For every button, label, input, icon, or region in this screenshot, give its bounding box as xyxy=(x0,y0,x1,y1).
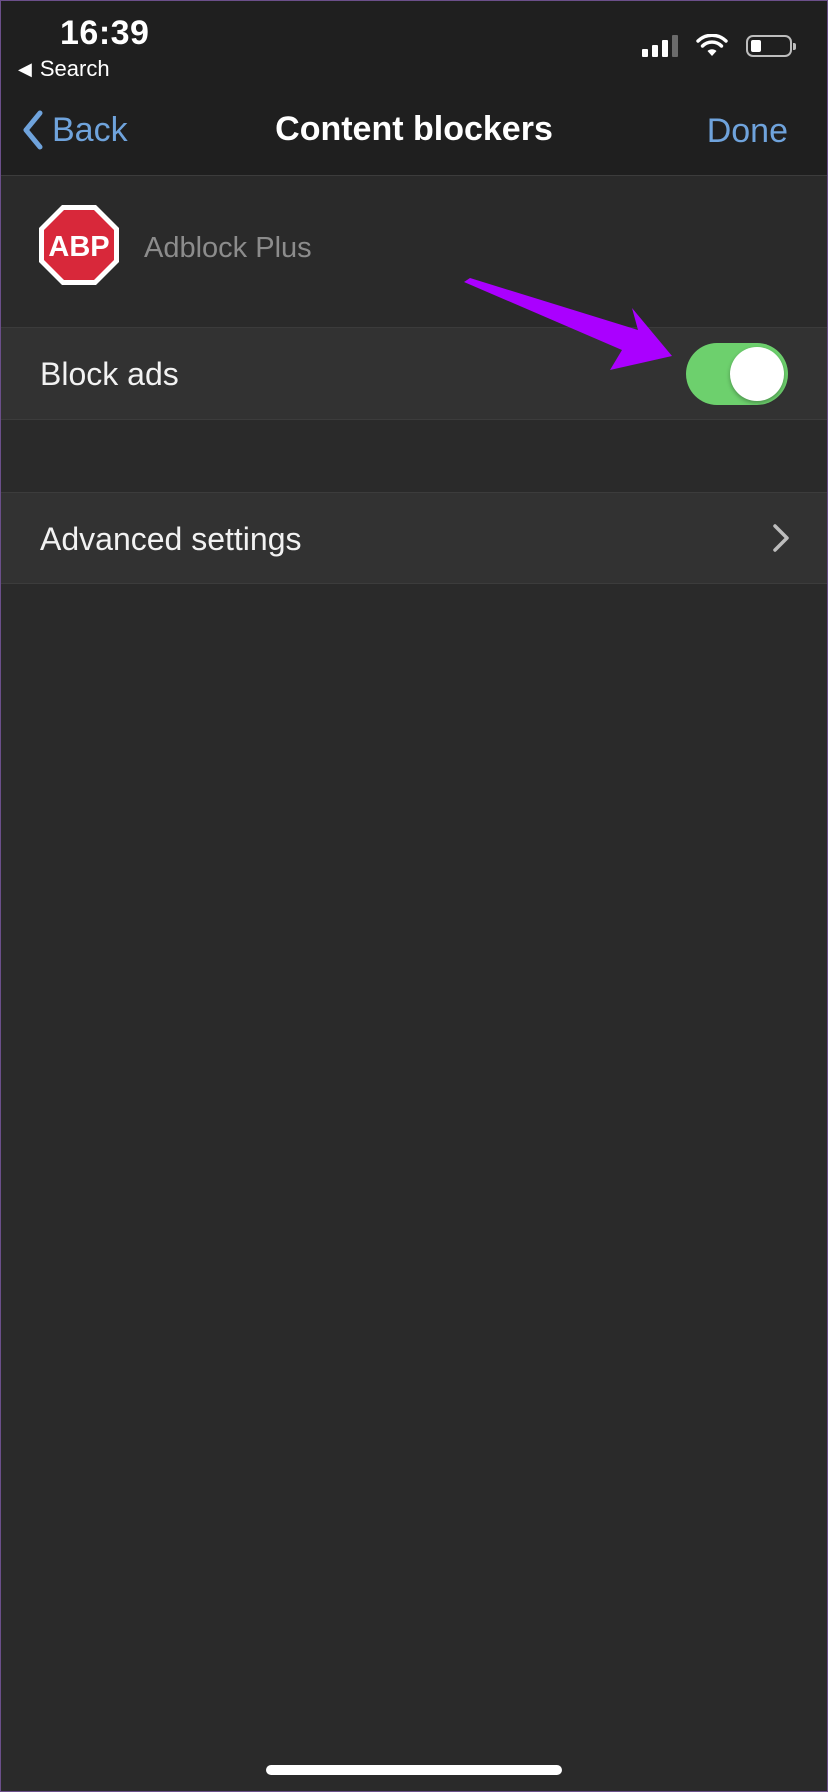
app-name: Adblock Plus xyxy=(144,232,312,264)
advanced-settings-label: Advanced settings xyxy=(40,521,302,557)
status-bar: 16:39 ◀ Search xyxy=(0,0,828,90)
block-ads-label: Block ads xyxy=(40,356,179,392)
navigation-bar: Back Content blockers Done xyxy=(0,90,828,176)
play-left-icon: ◀ xyxy=(18,58,32,79)
abp-logo-text: ABP xyxy=(48,231,109,263)
arrow-annotation-icon xyxy=(464,278,672,370)
abp-logo-icon: ABP xyxy=(39,205,119,285)
app-header: ABP Adblock Plus xyxy=(0,176,828,328)
advanced-settings-row[interactable]: Advanced settings xyxy=(0,492,828,584)
status-indicators xyxy=(642,34,796,58)
block-ads-toggle[interactable] xyxy=(686,343,788,405)
page-title: Content blockers xyxy=(275,110,553,148)
back-to-app-link[interactable]: ◀ Search xyxy=(18,56,110,82)
done-button[interactable]: Done xyxy=(707,112,788,151)
cellular-signal-icon xyxy=(642,35,678,57)
back-to-app-label: Search xyxy=(39,56,110,81)
toggle-knob xyxy=(730,347,784,401)
status-time: 16:39 xyxy=(60,14,150,52)
wifi-icon xyxy=(696,34,728,56)
chevron-right-icon xyxy=(773,524,789,552)
block-ads-row: Block ads xyxy=(0,328,828,420)
battery-icon xyxy=(746,35,796,57)
home-indicator[interactable] xyxy=(266,1765,562,1775)
